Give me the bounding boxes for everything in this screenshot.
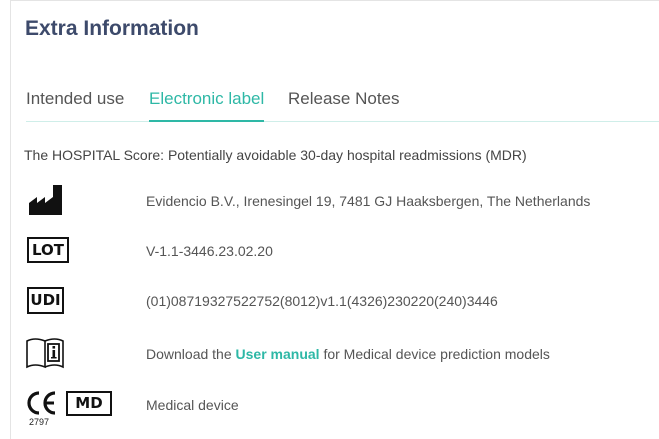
udi-row: UDI (01)08719327522752(8012)v1.1(4326)23… [11, 285, 659, 317]
manual-prefix: Download the [146, 346, 236, 362]
manual-suffix: for Medical device prediction models [319, 346, 550, 362]
ce-row: 2797 MD Medical device [11, 389, 659, 427]
manufacturer-text: Evidencio B.V., Irenesingel 19, 7481 GJ … [146, 193, 591, 209]
tab-bar: Intended use Electronic label Release No… [26, 89, 659, 122]
manufacturer-row: Evidencio B.V., Irenesingel 19, 7481 GJ … [11, 185, 659, 217]
udi-text: (01)08719327522752(8012)v1.1(4326)230220… [146, 293, 498, 309]
model-description: The HOSPITAL Score: Potentially avoidabl… [24, 147, 527, 163]
tab-electronic-label[interactable]: Electronic label [149, 89, 265, 122]
user-manual-link[interactable]: User manual [236, 346, 320, 362]
factory-icon [29, 185, 62, 215]
ce-mark-icon [27, 391, 56, 415]
extra-information-panel: Extra Information Intended use Electroni… [10, 0, 659, 439]
lot-text: V-1.1-3446.23.02.20 [146, 243, 273, 259]
ce-notified-body-number: 2797 [29, 417, 50, 427]
tab-intended-use[interactable]: Intended use [26, 89, 124, 120]
section-title: Extra Information [25, 17, 199, 40]
manual-text: Download the User manual for Medical dev… [146, 346, 550, 362]
lot-row: LOT V-1.1-3446.23.02.20 [11, 235, 659, 267]
tab-release-notes[interactable]: Release Notes [288, 89, 400, 120]
manual-row: Download the User manual for Medical dev… [11, 338, 659, 370]
medical-device-text: Medical device [146, 397, 239, 413]
instructions-info-icon [26, 338, 64, 369]
lot-symbol: LOT [27, 237, 69, 263]
udi-symbol: UDI [27, 287, 64, 314]
md-symbol: MD [66, 391, 112, 416]
